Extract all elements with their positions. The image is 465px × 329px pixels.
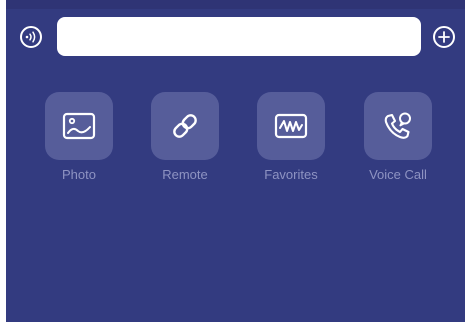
chat-extension-panel: Photo Remote Favorites Voice Call bbox=[6, 0, 465, 322]
remote-label: Remote bbox=[162, 167, 208, 182]
photo-icon bbox=[62, 112, 96, 140]
phone-icon bbox=[384, 112, 411, 139]
voice-call-action[interactable]: Voice Call bbox=[358, 92, 438, 182]
photo-tile[interactable] bbox=[45, 92, 113, 160]
voice-input-icon bbox=[25, 31, 36, 43]
waveform-icon bbox=[274, 113, 308, 139]
top-strip bbox=[6, 0, 465, 9]
add-button[interactable] bbox=[433, 26, 455, 48]
favorites-tile[interactable] bbox=[257, 92, 325, 160]
voice-call-label: Voice Call bbox=[369, 167, 427, 182]
photo-action[interactable]: Photo bbox=[39, 92, 119, 182]
plus-circle-icon bbox=[438, 31, 450, 43]
favorites-label: Favorites bbox=[264, 167, 318, 182]
message-input[interactable] bbox=[57, 17, 421, 56]
photo-label: Photo bbox=[62, 167, 96, 182]
voice-input-button[interactable] bbox=[20, 26, 42, 48]
voice-call-tile[interactable] bbox=[364, 92, 432, 160]
link-icon bbox=[173, 114, 197, 138]
remote-action[interactable]: Remote bbox=[145, 92, 225, 182]
favorites-action[interactable]: Favorites bbox=[251, 92, 331, 182]
remote-tile[interactable] bbox=[151, 92, 219, 160]
